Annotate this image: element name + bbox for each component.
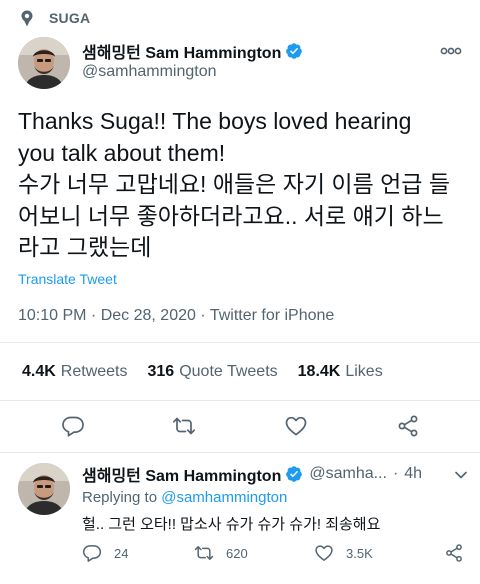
reply-count: 24 <box>114 545 129 561</box>
reply-author-name[interactable]: 샘해밍턴 Sam Hammington <box>82 462 281 486</box>
avatar[interactable] <box>18 37 70 89</box>
share-icon[interactable] <box>396 414 420 438</box>
retweets-stat[interactable]: 4.4K Retweets <box>22 363 128 381</box>
replying-to-line: Replying to @samhammington <box>82 489 287 506</box>
separator-dot: · <box>392 465 399 482</box>
likes-stat[interactable]: 18.4K Likes <box>298 363 383 381</box>
reply-handle[interactable]: @samha... <box>309 465 387 483</box>
divider <box>0 452 480 453</box>
retweet-icon <box>194 546 214 560</box>
stat-label: Quote Tweets <box>179 363 278 380</box>
replying-to-link[interactable]: @samhammington <box>161 489 287 506</box>
tweet-timestamp[interactable]: 10:10 PM · Dec 28, 2020 · Twitter for iP… <box>18 307 334 325</box>
tweet-text: Thanks Suga!! The boys loved hearing you… <box>18 108 451 260</box>
author-row[interactable]: 샘해밍턴 Sam Hammington <box>82 40 303 62</box>
divider <box>0 342 480 343</box>
stat-label: Likes <box>345 363 383 380</box>
reply-retweet-button[interactable]: 620 <box>194 543 248 563</box>
reply-time[interactable]: 4h <box>404 465 422 483</box>
author-handle[interactable]: @samhammington <box>82 63 217 81</box>
quote-tweets-stat[interactable]: 316 Quote Tweets <box>148 363 278 381</box>
reply-header: 샘해밍턴 Sam Hammington @samha... · 4h <box>82 463 422 485</box>
verified-badge-icon <box>285 465 303 483</box>
reply-share-button[interactable] <box>444 543 476 563</box>
retweet-icon[interactable] <box>172 414 196 438</box>
reply-action-bar: 24 620 3.5K <box>0 543 480 563</box>
stat-count: 18.4K <box>297 363 341 380</box>
like-icon[interactable] <box>284 414 308 438</box>
reply-icon <box>82 545 102 562</box>
like-icon <box>315 545 333 561</box>
reply-icon[interactable] <box>61 414 85 438</box>
reply-reply-button[interactable]: 24 <box>82 543 128 563</box>
stat-count: 316 <box>147 363 175 380</box>
tweet-action-bar <box>0 414 480 438</box>
reply-avatar[interactable] <box>18 463 70 515</box>
pin-icon <box>21 9 35 27</box>
pinned-context: SUGA <box>21 8 90 28</box>
replying-prefix: Replying to <box>82 489 162 506</box>
like-count: 3.5K <box>346 545 373 561</box>
tweet-stats: 4.4K Retweets 316 Quote Tweets 18.4K Lik… <box>22 362 403 382</box>
pinned-context-label: SUGA <box>49 10 91 26</box>
more-options-icon[interactable] <box>440 44 462 56</box>
stat-label: Retweets <box>60 363 128 380</box>
reply-more-icon[interactable] <box>452 466 470 484</box>
share-icon <box>446 544 462 562</box>
stat-count: 4.4K <box>22 363 56 380</box>
reply-like-button[interactable]: 3.5K <box>314 543 373 563</box>
author-name[interactable]: 샘해밍턴 Sam Hammington <box>82 39 281 63</box>
divider <box>0 400 480 401</box>
translate-tweet-link[interactable]: Translate Tweet <box>18 271 117 287</box>
reply-text: 헐.. 그런 오타!! 맙소사 슈가 슈가 슈가! 죄송해요 <box>82 516 381 533</box>
verified-badge-icon <box>285 42 303 60</box>
retweet-count: 620 <box>226 545 248 561</box>
